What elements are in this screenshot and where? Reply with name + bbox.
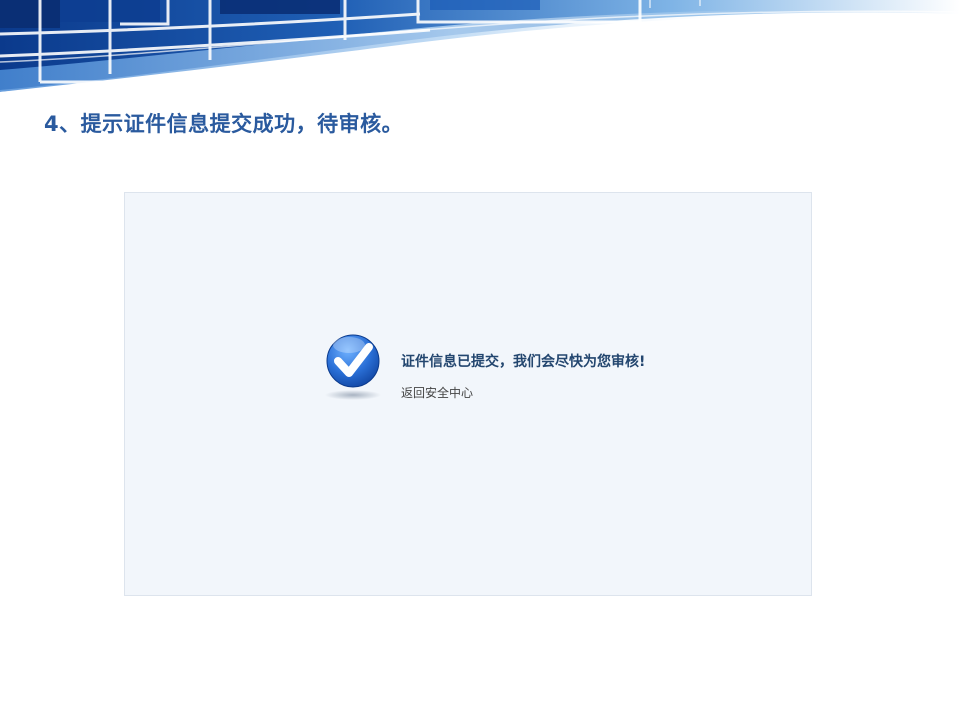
success-message: 证件信息已提交，我们会尽快为您审核! [401,354,646,370]
header-banner-decoration [0,0,960,100]
slide-title: 4、提示证件信息提交成功，待审核。 [44,112,404,136]
result-panel: 证件信息已提交，我们会尽快为您审核! 返回安全中心 [124,192,812,596]
check-circle-icon [325,334,381,400]
slide: 4、提示证件信息提交成功，待审核。 证件信息已提交，我们会尽快为您审核! 返回安… [0,0,960,720]
back-to-security-center-link[interactable]: 返回安全中心 [401,384,473,401]
